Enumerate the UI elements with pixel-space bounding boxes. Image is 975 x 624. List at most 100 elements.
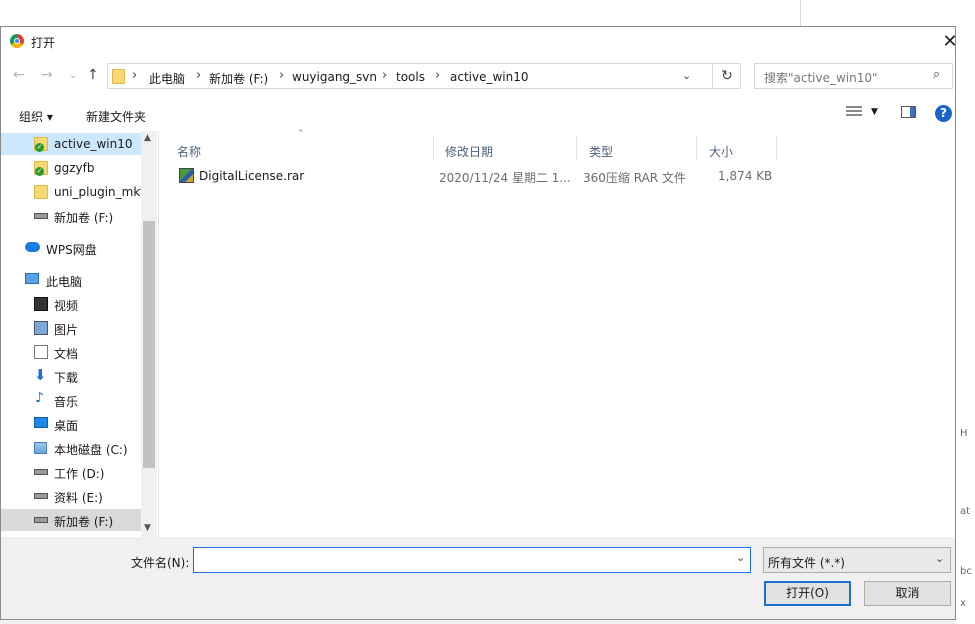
folder-icon bbox=[112, 69, 125, 84]
pictures-icon bbox=[34, 321, 48, 335]
dialog-footer: 文件名(N): ⌄ 所有文件 (*.*) ⌄ 打开(O) 取消 bbox=[1, 537, 955, 619]
sidebar-item-label: 此电脑 bbox=[46, 275, 83, 289]
filename-dropdown-icon[interactable]: ⌄ bbox=[736, 551, 745, 564]
sidebar-item-uni-plugin-mkt[interactable]: uni_plugin_mkt bbox=[1, 181, 145, 203]
organize-menu[interactable]: 组织 ▾ bbox=[19, 108, 53, 125]
sidebar-item-pictures[interactable]: 图片 bbox=[1, 317, 141, 339]
back-arrow-icon[interactable]: ← bbox=[13, 67, 25, 83]
file-type-select[interactable]: 所有文件 (*.*) ⌄ bbox=[763, 547, 951, 573]
column-header-type[interactable]: 类型 bbox=[577, 135, 697, 161]
scrollbar-thumb[interactable] bbox=[143, 221, 155, 468]
background-window-top bbox=[0, 0, 975, 26]
windows-drive-icon bbox=[34, 442, 47, 454]
sidebar-item-videos[interactable]: 视频 bbox=[1, 293, 141, 315]
title-bar: 打开 ✕ bbox=[1, 27, 958, 57]
column-label: 类型 bbox=[589, 145, 614, 159]
change-view-icon[interactable] bbox=[846, 106, 862, 118]
open-button[interactable]: 打开(O) bbox=[764, 581, 851, 606]
breadcrumb-tools[interactable]: tools bbox=[396, 70, 425, 84]
close-button[interactable]: ✕ bbox=[937, 30, 963, 54]
file-name: DigitalLicense.rar bbox=[199, 169, 305, 183]
background-text: x bbox=[960, 598, 966, 609]
filename-label: 文件名(N): bbox=[131, 556, 190, 570]
breadcrumb-separator-icon[interactable]: › bbox=[435, 68, 440, 83]
sidebar-item-ggzyfb[interactable]: ggzyfb bbox=[1, 157, 141, 179]
breadcrumb-wuyigang-svn[interactable]: wuyigang_svn bbox=[292, 70, 377, 84]
address-dropdown-icon[interactable]: ⌄ bbox=[682, 69, 691, 82]
chrome-icon bbox=[10, 34, 24, 48]
navigation-scrollbar[interactable]: ▲ ▼ bbox=[141, 131, 157, 537]
sidebar-item-drive-d[interactable]: 工作 (D:) bbox=[1, 461, 141, 483]
column-label: 名称 bbox=[177, 145, 202, 159]
download-icon: ⬇ bbox=[34, 366, 47, 384]
video-icon bbox=[34, 297, 48, 311]
sidebar-item-wps-cloud[interactable]: WPS网盘 bbox=[1, 237, 141, 259]
sidebar-item-label: 桌面 bbox=[54, 419, 79, 433]
filename-input[interactable] bbox=[193, 547, 751, 573]
cloud-icon bbox=[25, 242, 40, 252]
folder-icon bbox=[34, 185, 48, 199]
dialog-title: 打开 bbox=[31, 36, 56, 50]
up-arrow-icon[interactable]: ↑ bbox=[87, 67, 99, 83]
sidebar-item-label: 资料 (E:) bbox=[54, 491, 103, 505]
column-header-size[interactable]: 大小 bbox=[697, 135, 777, 161]
background-text: bc bbox=[960, 566, 972, 577]
new-folder-button[interactable]: 新建文件夹 bbox=[86, 108, 146, 125]
breadcrumb-separator-icon[interactable]: › bbox=[196, 68, 201, 83]
breadcrumb-separator-icon[interactable]: › bbox=[132, 68, 137, 83]
preview-pane-icon[interactable] bbox=[901, 106, 916, 118]
command-bar: 组织 ▾ 新建文件夹 ▼ ? bbox=[1, 101, 955, 129]
background-text: H bbox=[960, 428, 968, 439]
column-header-name[interactable]: 名称 bbox=[165, 135, 434, 161]
sidebar-item-drive-c[interactable]: 本地磁盘 (C:) bbox=[1, 437, 141, 459]
computer-icon bbox=[25, 273, 39, 284]
sidebar-item-drive-f-bottom[interactable]: 新加卷 (F:) bbox=[1, 509, 141, 531]
help-icon[interactable]: ? bbox=[935, 105, 952, 122]
search-icon[interactable]: ⌕ bbox=[933, 67, 940, 82]
open-file-dialog: 打开 ✕ ← → ⌄ ↑ › 此电脑 › 新加卷 (F:) › wuyigang… bbox=[0, 26, 958, 620]
drive-icon bbox=[34, 213, 48, 219]
scroll-up-icon[interactable]: ▲ bbox=[144, 133, 151, 143]
documents-icon bbox=[34, 345, 48, 359]
refresh-button[interactable]: ↻ bbox=[712, 64, 741, 88]
file-row[interactable]: DigitalLicense.rar 2020/11/24 星期二 1... 3… bbox=[175, 165, 775, 187]
refresh-icon: ↻ bbox=[721, 68, 733, 84]
scroll-down-icon[interactable]: ▼ bbox=[144, 523, 151, 533]
breadcrumb-separator-icon[interactable]: › bbox=[279, 68, 284, 83]
breadcrumb-separator-icon[interactable]: › bbox=[382, 68, 387, 83]
sidebar-item-this-pc[interactable]: 此电脑 bbox=[1, 269, 141, 291]
sidebar-item-label: uni_plugin_mkt bbox=[54, 185, 146, 199]
address-bar[interactable]: › 此电脑 › 新加卷 (F:) › wuyigang_svn › tools … bbox=[107, 63, 741, 89]
sidebar-item-active-win10[interactable]: active_win10 bbox=[1, 133, 141, 155]
search-box[interactable]: 搜索"active_win10" ⌕ bbox=[754, 63, 953, 89]
column-header-date[interactable]: 修改日期 bbox=[433, 135, 577, 161]
sidebar-item-music[interactable]: ♪ 音乐 bbox=[1, 389, 141, 411]
sidebar-item-label: 文档 bbox=[54, 347, 79, 361]
recent-locations-chevron-icon[interactable]: ⌄ bbox=[69, 70, 77, 81]
close-icon: ✕ bbox=[942, 31, 958, 52]
sidebar-item-drive-f[interactable]: 新加卷 (F:) bbox=[1, 205, 141, 227]
folder-synced-icon bbox=[34, 161, 48, 176]
background-divider bbox=[800, 0, 801, 26]
breadcrumb-this-pc[interactable]: 此电脑 bbox=[149, 70, 185, 87]
folder-synced-icon bbox=[34, 137, 48, 152]
breadcrumb-active-win10[interactable]: active_win10 bbox=[450, 70, 529, 84]
background-text: at bbox=[960, 506, 971, 517]
navigation-bar: ← → ⌄ ↑ › 此电脑 › 新加卷 (F:) › wuyigang_svn … bbox=[1, 61, 955, 93]
sidebar-item-label: 下载 bbox=[54, 371, 79, 385]
desktop-icon bbox=[34, 417, 48, 428]
rar-archive-icon bbox=[179, 168, 194, 183]
breadcrumb-drive-f[interactable]: 新加卷 (F:) bbox=[209, 70, 268, 87]
file-date: 2020/11/24 星期二 1... bbox=[439, 171, 571, 185]
cancel-button[interactable]: 取消 bbox=[864, 581, 951, 606]
sidebar-item-documents[interactable]: 文档 bbox=[1, 341, 141, 363]
sidebar-item-label: ggzyfb bbox=[54, 161, 95, 175]
sidebar-item-drive-e[interactable]: 资料 (E:) bbox=[1, 485, 141, 507]
file-size: 1,874 KB bbox=[718, 169, 773, 183]
sidebar-item-desktop[interactable]: 桌面 bbox=[1, 413, 141, 435]
column-label: 大小 bbox=[709, 145, 734, 159]
forward-arrow-icon[interactable]: → bbox=[41, 67, 53, 83]
sidebar-item-downloads[interactable]: ⬇ 下载 bbox=[1, 365, 141, 387]
view-options-chevron-icon[interactable]: ▼ bbox=[871, 107, 878, 117]
sidebar-item-label: 工作 (D:) bbox=[54, 467, 105, 481]
